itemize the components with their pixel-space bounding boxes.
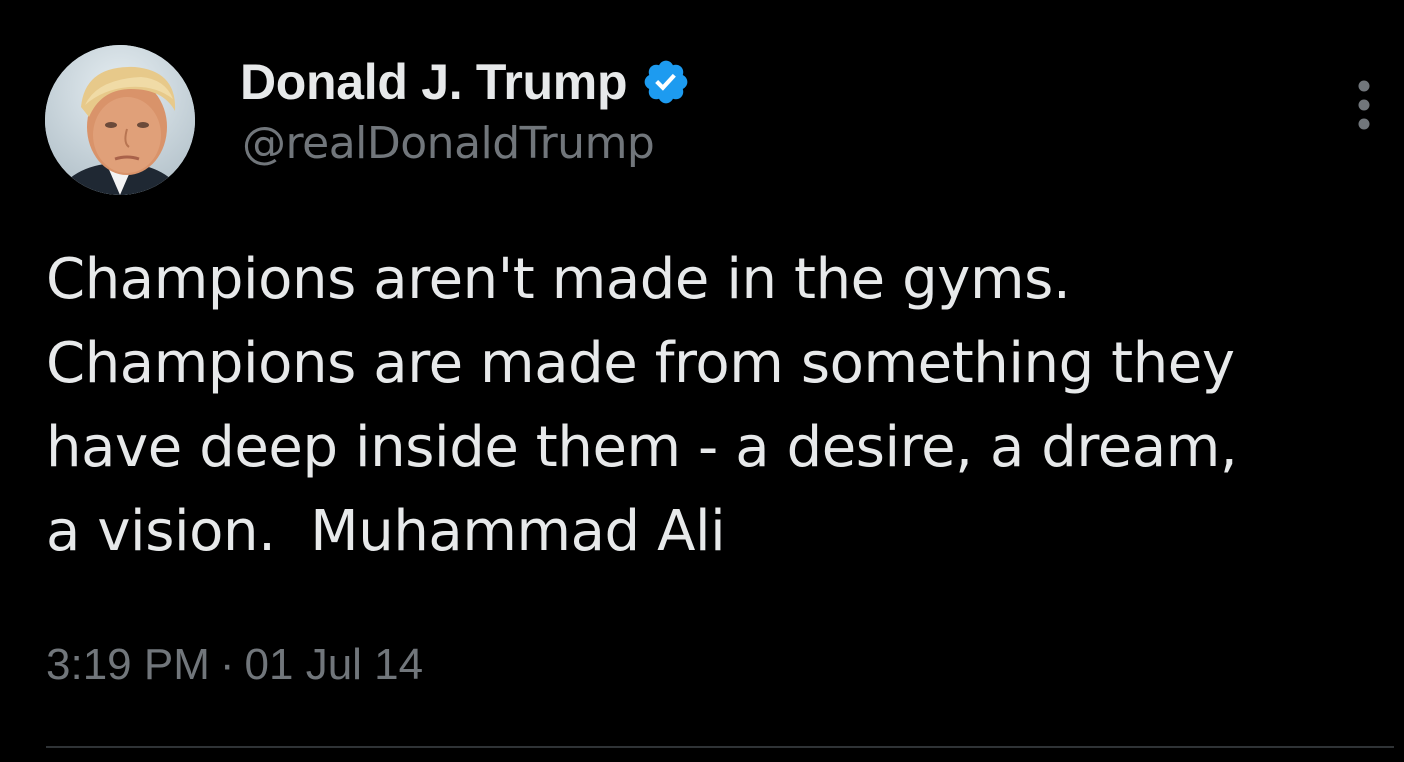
avatar[interactable] xyxy=(45,45,195,195)
tweet-meta: 3:19 PM · 01 Jul 14 xyxy=(46,640,423,690)
verified-badge-icon xyxy=(641,57,691,107)
meta-separator: · xyxy=(219,640,235,689)
divider xyxy=(46,746,1394,748)
tweet-card: Donald J. Trump @realDonaldTrump Champio… xyxy=(0,0,1404,762)
author-name-row: Donald J. Trump xyxy=(240,52,691,112)
avatar-photo xyxy=(45,45,195,195)
tweet-time[interactable]: 3:19 PM xyxy=(46,640,210,689)
author-display-name[interactable]: Donald J. Trump xyxy=(240,53,628,111)
more-vertical-icon xyxy=(1358,80,1370,130)
more-options-button[interactable] xyxy=(1342,78,1386,134)
author-handle[interactable]: @realDonaldTrump xyxy=(242,118,655,169)
tweet-text: Champions aren't made in the gyms. Champ… xyxy=(46,247,1238,564)
tweet-date[interactable]: 01 Jul 14 xyxy=(245,640,424,689)
